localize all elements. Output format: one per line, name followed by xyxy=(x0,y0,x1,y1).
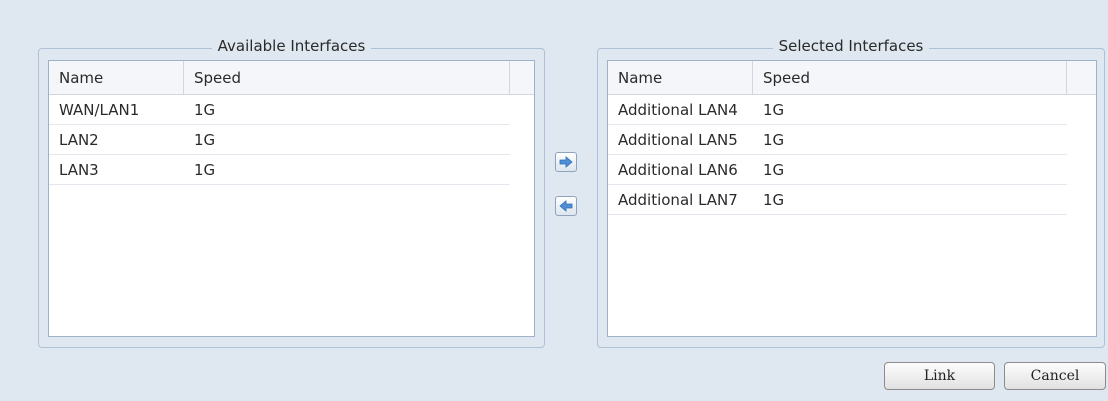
row-speed: 1G xyxy=(194,101,216,119)
column-header-filler xyxy=(510,61,534,94)
grid-header: Name Speed xyxy=(608,61,1096,95)
arrow-left-icon xyxy=(559,200,573,212)
move-right-button[interactable] xyxy=(555,152,577,172)
selected-interfaces-panel: Selected Interfaces Name Speed Additiona… xyxy=(597,37,1105,348)
row-name: Additional LAN5 xyxy=(618,131,738,149)
table-row[interactable]: Additional LAN7 1G xyxy=(608,185,1067,215)
available-interfaces-panel: Available Interfaces Name Speed WAN/LAN1… xyxy=(38,37,545,348)
column-header-name[interactable]: Name xyxy=(608,61,753,94)
link-button[interactable]: Link xyxy=(884,362,995,390)
selected-interfaces-grid[interactable]: Name Speed Additional LAN4 1G Additional… xyxy=(607,60,1097,337)
available-interfaces-title: Available Interfaces xyxy=(211,37,372,55)
move-left-button[interactable] xyxy=(555,196,577,216)
row-name: Additional LAN6 xyxy=(618,161,738,179)
row-name: LAN2 xyxy=(59,131,99,149)
table-row[interactable]: Additional LAN5 1G xyxy=(608,125,1067,155)
row-speed: 1G xyxy=(194,131,216,149)
row-speed: 1G xyxy=(763,131,785,149)
column-header-filler xyxy=(1067,61,1096,94)
row-speed: 1G xyxy=(763,161,785,179)
table-row[interactable]: WAN/LAN1 1G xyxy=(49,95,510,125)
row-name: Additional LAN7 xyxy=(618,191,738,209)
row-name: WAN/LAN1 xyxy=(59,101,140,119)
row-speed: 1G xyxy=(763,101,785,119)
row-name: Additional LAN4 xyxy=(618,101,738,119)
available-rows: WAN/LAN1 1G LAN2 1G LAN3 1G xyxy=(49,95,510,185)
column-header-speed[interactable]: Speed xyxy=(753,61,1067,94)
cancel-button[interactable]: Cancel xyxy=(1004,362,1106,390)
table-row[interactable]: LAN2 1G xyxy=(49,125,510,155)
selected-rows: Additional LAN4 1G Additional LAN5 1G Ad… xyxy=(608,95,1067,215)
row-speed: 1G xyxy=(194,161,216,179)
row-speed: 1G xyxy=(763,191,785,209)
column-header-name[interactable]: Name xyxy=(49,61,184,94)
selected-interfaces-title: Selected Interfaces xyxy=(772,37,930,55)
grid-header: Name Speed xyxy=(49,61,534,95)
table-row[interactable]: Additional LAN4 1G xyxy=(608,95,1067,125)
available-interfaces-grid[interactable]: Name Speed WAN/LAN1 1G LAN2 1G LAN3 1G xyxy=(48,60,535,337)
table-row[interactable]: LAN3 1G xyxy=(49,155,510,185)
table-row[interactable]: Additional LAN6 1G xyxy=(608,155,1067,185)
row-name: LAN3 xyxy=(59,161,99,179)
arrow-right-icon xyxy=(559,156,573,168)
column-header-speed[interactable]: Speed xyxy=(184,61,510,94)
